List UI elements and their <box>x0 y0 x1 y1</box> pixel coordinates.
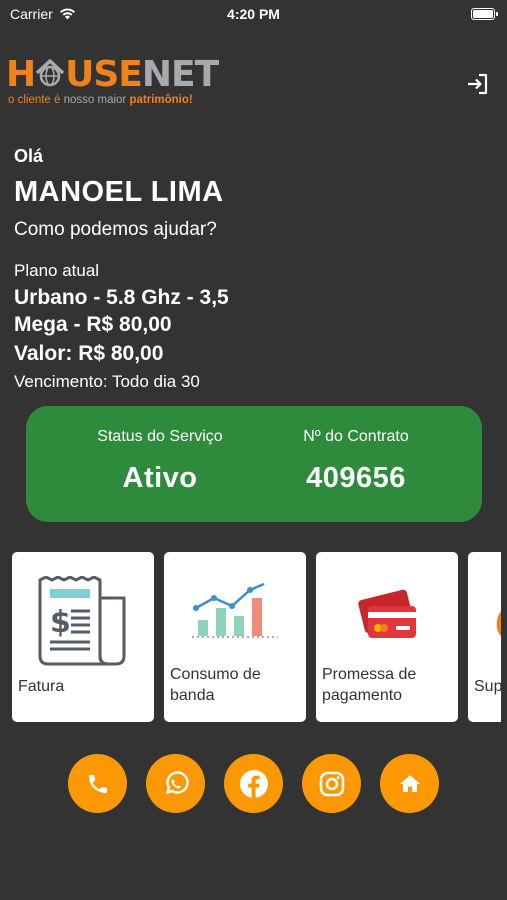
user-name: MANOEL LIMA <box>14 176 224 208</box>
facebook-icon <box>239 769 268 798</box>
service-status-label: Status do Serviço <box>97 428 223 445</box>
logo-tagline: o cliente é nosso maior patrimônio! <box>8 94 193 106</box>
service-status-value: Ativo <box>122 462 198 494</box>
facebook-button[interactable] <box>224 754 283 813</box>
status-bar: Carrier 4:20 PM <box>0 0 507 30</box>
plan-label: Plano atual <box>14 261 100 280</box>
instagram-icon <box>319 771 344 796</box>
card-invoice[interactable]: $ Fatura <box>12 552 154 722</box>
whatsapp-icon <box>165 770 189 794</box>
service-status: Status do Serviço Ativo <box>76 428 244 495</box>
support-icon <box>496 611 501 637</box>
plan-speed-price-line: Mega - R$ 80,00 <box>14 313 172 336</box>
battery-icon <box>471 8 498 20</box>
card-bandwidth-label: Consumo de banda <box>170 666 261 704</box>
bandwidth-chart-icon <box>192 582 278 638</box>
card-invoice-label: Fatura <box>18 678 65 695</box>
contract-number: Nº do Contrato 409656 <box>272 428 440 495</box>
phone-icon <box>88 774 107 793</box>
invoice-icon: $ <box>38 576 126 666</box>
contract-number-label: Nº do Contrato <box>303 428 409 445</box>
service-status-card: Status do Serviço Ativo Nº do Contrato 4… <box>26 406 482 522</box>
home-icon <box>399 774 420 792</box>
whatsapp-button[interactable] <box>146 754 205 813</box>
card-support-label: Sup <box>474 678 501 695</box>
plan-value: Valor: R$ 80,00 <box>14 342 164 365</box>
card-bandwidth[interactable]: Consumo de banda <box>164 552 306 722</box>
card-payment-promise[interactable]: Promessa de pagamento <box>316 552 458 722</box>
house-globe-icon <box>35 59 65 87</box>
greeting: Olá <box>14 146 44 166</box>
logo-wordmark: H USENET <box>6 54 219 95</box>
clock: 4:20 PM <box>227 6 280 22</box>
feature-cards-carousel[interactable]: $ Fatura Consumo de banda Promessa de pa… <box>12 552 501 722</box>
plan-name-line: Urbano - 5.8 Ghz - 3,5 <box>14 286 229 309</box>
due-date: Vencimento: Todo dia 30 <box>14 372 200 391</box>
contract-number-value: 409656 <box>306 462 406 494</box>
phone-button[interactable] <box>68 754 127 813</box>
instagram-button[interactable] <box>302 754 361 813</box>
help-prompt: Como podemos ajudar? <box>14 219 217 240</box>
card-payment-promise-label: Promessa de pagamento <box>322 666 417 704</box>
logout-icon[interactable] <box>466 72 490 96</box>
contact-buttons <box>68 754 448 814</box>
home-button[interactable] <box>380 754 439 813</box>
credit-card-icon <box>358 589 416 638</box>
housenet-logo: H USENET o cliente é nosso maior patrimô… <box>6 54 219 110</box>
card-support[interactable]: Sup <box>468 552 501 722</box>
svg-text:$: $ <box>50 605 71 640</box>
